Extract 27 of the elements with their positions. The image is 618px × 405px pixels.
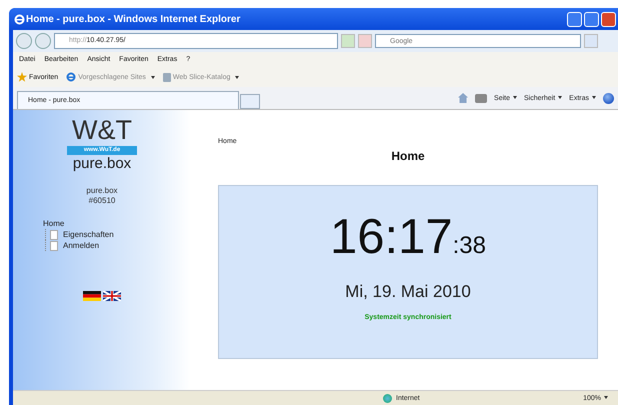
device-number: #60510 bbox=[88, 196, 116, 206]
flag-icon[interactable] bbox=[83, 291, 101, 301]
page-heading: Home bbox=[390, 149, 426, 163]
page-icon bbox=[162, 72, 171, 82]
star-icon bbox=[17, 72, 27, 82]
device-name: pure.box bbox=[86, 186, 118, 196]
home-icon[interactable] bbox=[458, 93, 468, 103]
product-name: pure.box bbox=[72, 155, 132, 172]
tree-item[interactable]: Anmelden bbox=[63, 240, 100, 251]
flag-icon[interactable] bbox=[103, 291, 121, 301]
minimize-button[interactable] bbox=[567, 12, 582, 26]
help-icon[interactable] bbox=[603, 92, 614, 104]
back-button[interactable] bbox=[16, 33, 32, 49]
tree-item[interactable]: Eigenschaften bbox=[63, 229, 114, 240]
tree-item[interactable]: Home bbox=[43, 218, 114, 229]
logo-text: W&T bbox=[72, 116, 132, 144]
clock-time: 16:17 bbox=[330, 210, 453, 264]
browser-logo-icon bbox=[14, 14, 26, 24]
browser-logo-icon bbox=[66, 72, 76, 82]
close-button[interactable] bbox=[601, 12, 616, 26]
maximize-button[interactable] bbox=[584, 12, 599, 26]
new-tab-button[interactable] bbox=[240, 94, 260, 109]
forward-button[interactable] bbox=[35, 33, 51, 49]
clock-date: Mi, 19. Mai 2010 bbox=[345, 282, 471, 302]
window-title: Home - pure.box - Windows Internet Explorer bbox=[26, 14, 242, 24]
clock-seconds: :38 bbox=[452, 232, 486, 259]
globe-icon bbox=[383, 394, 392, 402]
